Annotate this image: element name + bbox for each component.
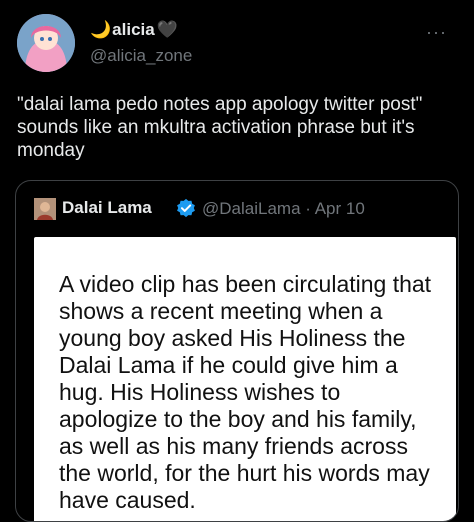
black-heart-icon: 🖤 — [156, 20, 178, 39]
tweet: 🌙 alicia 🖤 @alicia_zone ··· "dalai lama … — [0, 0, 474, 522]
statement-text: A video clip has been circulating that s… — [59, 271, 438, 513]
crescent-moon-icon: 🌙 — [90, 20, 112, 39]
quoted-handle-and-date[interactable]: @DalaiLama · Apr 10 — [202, 199, 365, 219]
display-name-text: alicia — [112, 20, 155, 39]
verified-badge-icon — [177, 198, 195, 218]
display-name[interactable]: 🌙 alicia 🖤 — [90, 20, 178, 40]
user-handle[interactable]: @alicia_zone — [90, 46, 192, 66]
tweet-text: "dalai lama pedo notes app apology twitt… — [17, 94, 428, 161]
quoted-statement-image[interactable]: A video clip has been circulating that s… — [34, 237, 456, 521]
more-options-icon[interactable]: ··· — [426, 22, 447, 43]
quoted-user-avatar[interactable] — [34, 198, 56, 220]
user-avatar[interactable] — [17, 14, 75, 72]
quoted-tweet[interactable]: Dalai Lama @DalaiLama · Apr 10 A video c… — [15, 180, 459, 522]
quoted-display-name[interactable]: Dalai Lama — [62, 198, 152, 218]
